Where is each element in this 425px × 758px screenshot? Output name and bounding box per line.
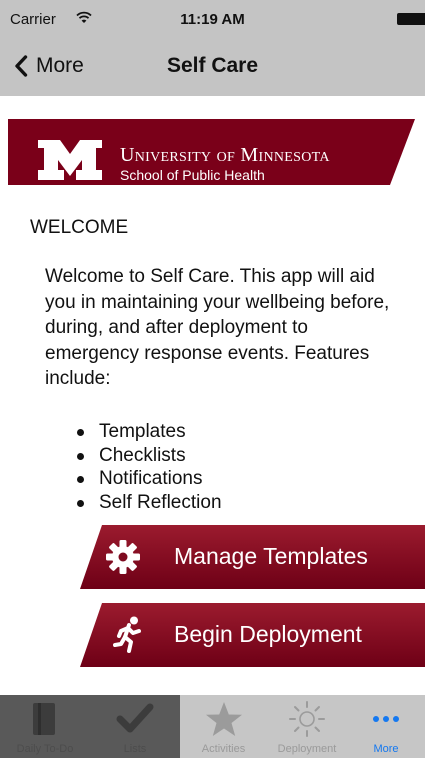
welcome-text: Welcome to Self Care. This app will aid … xyxy=(45,266,390,389)
tab-label: Lists xyxy=(123,743,147,755)
tab-more[interactable]: More xyxy=(347,695,425,758)
sun-icon xyxy=(267,701,347,737)
tab-label: Activities xyxy=(201,743,246,755)
battery-icon xyxy=(397,13,425,25)
status-time: 11:19 AM xyxy=(180,11,245,28)
tab-label: Daily To-Do xyxy=(16,743,74,755)
manage-templates-label: Manage Templates xyxy=(174,543,368,569)
feature-item: Checklists xyxy=(74,444,222,468)
feature-item: Self Reflection xyxy=(74,491,222,515)
begin-deployment-label: Begin Deployment xyxy=(174,621,362,647)
tab-activities[interactable]: Activities xyxy=(180,695,267,758)
features-list: Templates Checklists Notifications Self … xyxy=(74,420,222,514)
star-icon xyxy=(180,701,267,737)
navigation-bar: More Self Care xyxy=(0,38,425,96)
page-title: Self Care xyxy=(166,54,259,77)
gear-icon xyxy=(105,539,141,580)
more-dots-icon xyxy=(347,701,425,737)
feature-item: Templates xyxy=(74,420,222,444)
book-icon xyxy=(0,701,90,737)
university-name: University of Minnesota xyxy=(120,144,330,166)
tab-lists[interactable]: Lists xyxy=(90,695,180,758)
school-name: School of Public Health xyxy=(120,167,265,183)
checkmark-icon xyxy=(90,701,180,737)
tab-daily-todo[interactable]: Daily To-Do xyxy=(0,695,90,758)
manage-templates-button[interactable]: Manage Templates xyxy=(80,525,425,589)
tab-deployment[interactable]: Deployment xyxy=(267,695,347,758)
tab-bar: Daily To-Do Lists Activities Deployment … xyxy=(0,695,425,758)
university-banner: University of Minnesota School of Public… xyxy=(8,119,415,185)
feature-item: Notifications xyxy=(74,467,222,491)
running-person-icon xyxy=(113,616,145,659)
welcome-heading: WELCOME xyxy=(30,217,129,238)
begin-deployment-button[interactable]: Begin Deployment xyxy=(80,603,425,667)
status-bar: Carrier 11:19 AM xyxy=(0,0,425,38)
tab-label: More xyxy=(373,743,399,755)
tab-label: Deployment xyxy=(277,743,337,755)
